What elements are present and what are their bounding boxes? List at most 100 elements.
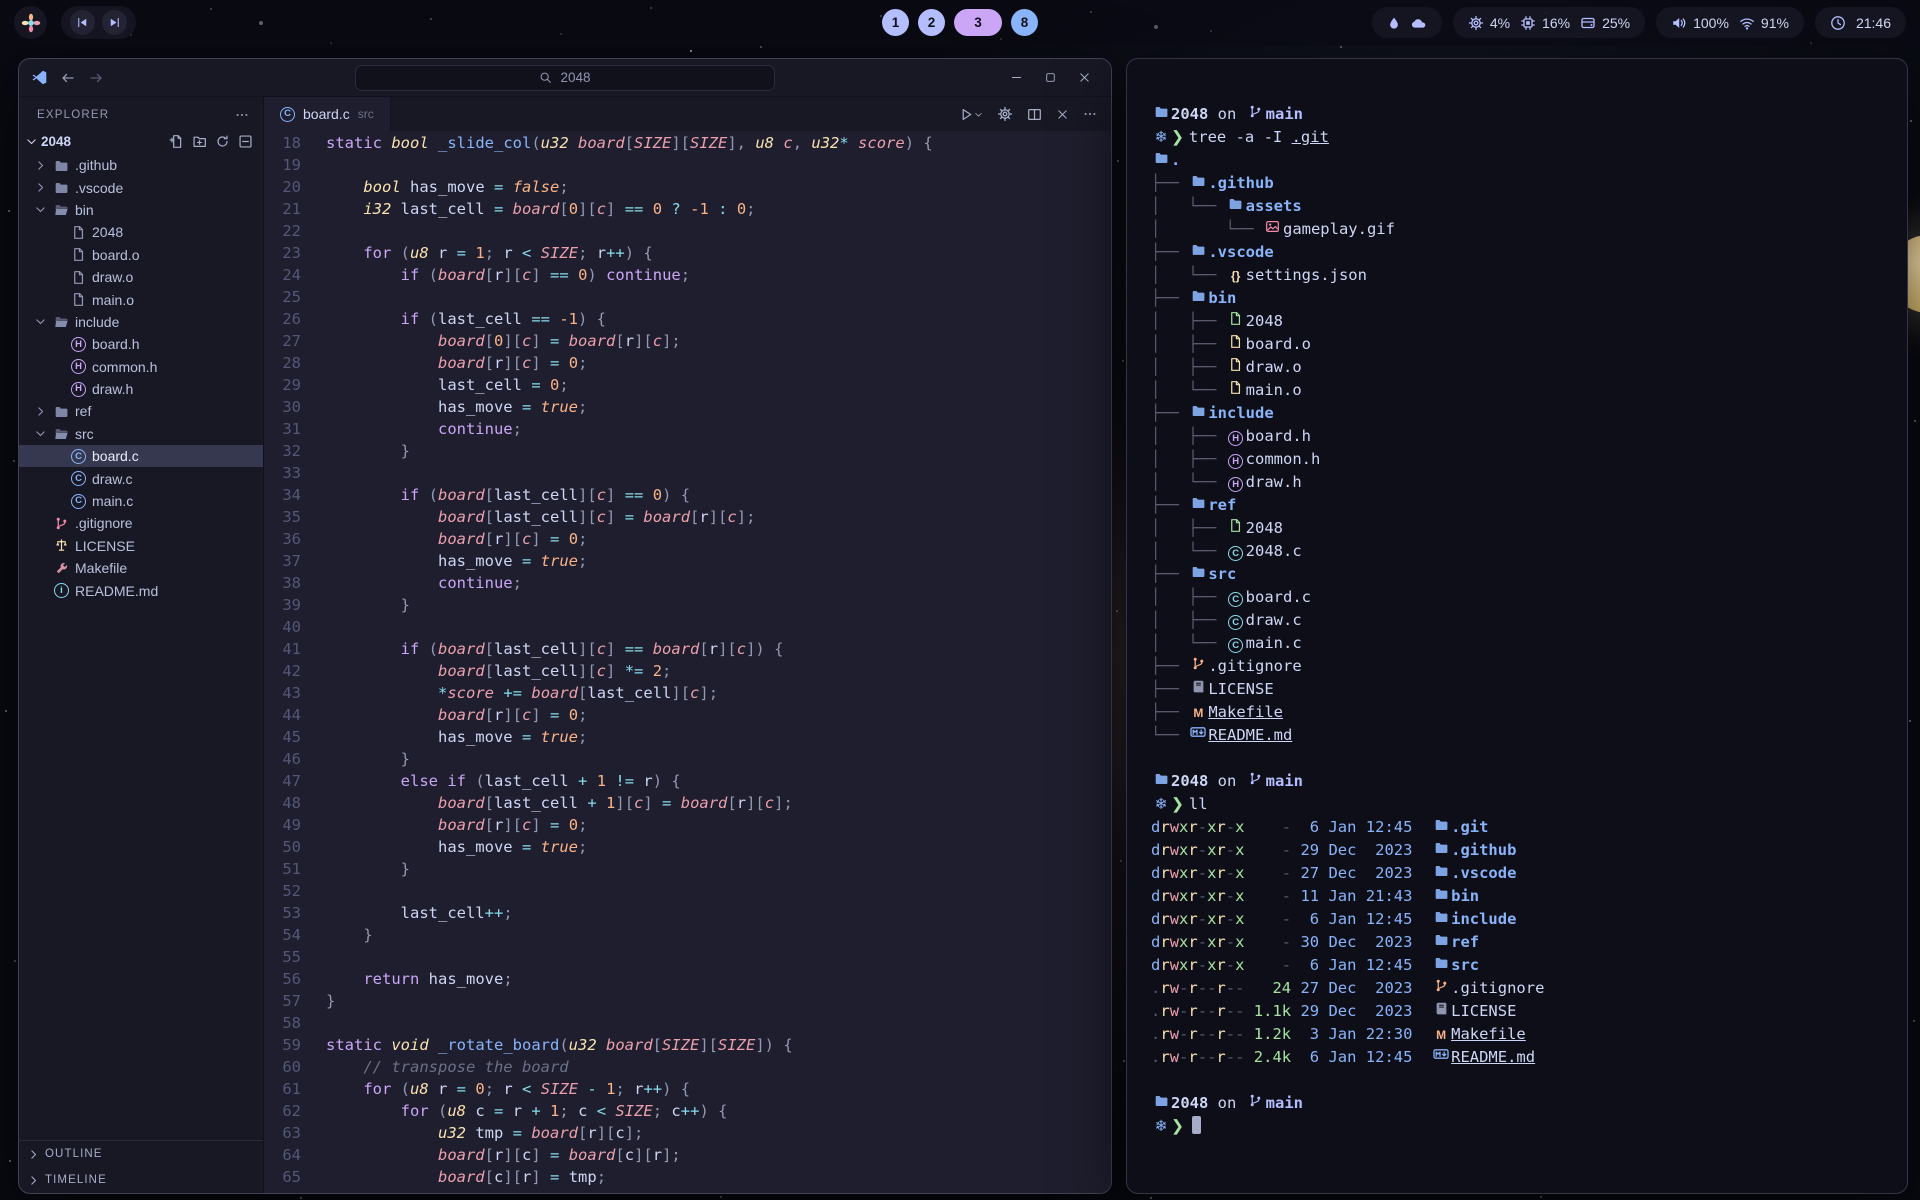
- code-line-57[interactable]: 57}: [264, 990, 1111, 1012]
- code-line-18[interactable]: 18static bool _slide_col(u32 board[SIZE]…: [264, 132, 1111, 154]
- code-line-60[interactable]: 60 // transpose the board: [264, 1056, 1111, 1078]
- workspace-1[interactable]: 1: [882, 9, 909, 36]
- launcher-button[interactable]: [14, 6, 47, 39]
- more-actions-button[interactable]: [1083, 107, 1097, 121]
- code-line-54[interactable]: 54 }: [264, 924, 1111, 946]
- explorer-item-.github[interactable]: .github: [19, 154, 263, 176]
- settings-gear-button[interactable]: [997, 106, 1013, 122]
- collapse-folders-button[interactable]: [238, 134, 253, 149]
- split-editor-button[interactable]: [1027, 107, 1042, 122]
- explorer-item-.gitignore[interactable]: .gitignore: [19, 512, 263, 534]
- code-line-45[interactable]: 45 has_move = true;: [264, 726, 1111, 748]
- code-line-43[interactable]: 43 *score += board[last_cell][c];: [264, 682, 1111, 704]
- explorer-item-LICENSE[interactable]: LICENSE: [19, 535, 263, 557]
- code-line-20[interactable]: 20 bool has_move = false;: [264, 176, 1111, 198]
- code-line-34[interactable]: 34 if (board[last_cell][c] == 0) {: [264, 484, 1111, 506]
- code-line-46[interactable]: 46 }: [264, 748, 1111, 770]
- weather-widget[interactable]: [1372, 7, 1442, 38]
- code-line-19[interactable]: 19: [264, 154, 1111, 176]
- explorer-item-draw.h[interactable]: Hdraw.h: [19, 378, 263, 400]
- code-line-39[interactable]: 39 }: [264, 594, 1111, 616]
- code-line-63[interactable]: 63 u32 tmp = board[r][c];: [264, 1122, 1111, 1144]
- code-line-23[interactable]: 23 for (u8 r = 1; r < SIZE; r++) {: [264, 242, 1111, 264]
- code-line-36[interactable]: 36 board[r][c] = 0;: [264, 528, 1111, 550]
- tab-board-c[interactable]: C board.c src: [264, 97, 391, 131]
- code-line-21[interactable]: 21 i32 last_cell = board[0][c] == 0 ? -1…: [264, 198, 1111, 220]
- media-previous-button[interactable]: [70, 10, 95, 35]
- code-line-29[interactable]: 29 last_cell = 0;: [264, 374, 1111, 396]
- explorer-item-draw.c[interactable]: Cdraw.c: [19, 467, 263, 489]
- explorer-item-board.h[interactable]: Hboard.h: [19, 333, 263, 355]
- code-line-27[interactable]: 27 board[0][c] = board[r][c];: [264, 330, 1111, 352]
- code-line-58[interactable]: 58: [264, 1012, 1111, 1034]
- history-forward-button[interactable]: [88, 69, 104, 85]
- code-line-44[interactable]: 44 board[r][c] = 0;: [264, 704, 1111, 726]
- explorer-more-button[interactable]: [235, 108, 249, 122]
- close-editor-button[interactable]: [1056, 108, 1069, 121]
- code-line-62[interactable]: 62 for (u8 c = r + 1; c < SIZE; c++) {: [264, 1100, 1111, 1122]
- timeline-panel-header[interactable]: TIMELINE: [19, 1167, 263, 1193]
- explorer-item-board.o[interactable]: board.o: [19, 244, 263, 266]
- run-button[interactable]: [959, 107, 983, 122]
- code-line-50[interactable]: 50 has_move = true;: [264, 836, 1111, 858]
- code-line-47[interactable]: 47 else if (last_cell + 1 != r) {: [264, 770, 1111, 792]
- code-line-31[interactable]: 31 continue;: [264, 418, 1111, 440]
- explorer-item-board.c[interactable]: Cboard.c: [19, 445, 263, 467]
- code-line-26[interactable]: 26 if (last_cell == -1) {: [264, 308, 1111, 330]
- code-editor[interactable]: 18static bool _slide_col(u32 board[SIZE]…: [264, 131, 1111, 1193]
- maximize-button[interactable]: [1035, 64, 1065, 92]
- project-root-row[interactable]: 2048: [19, 129, 263, 154]
- code-line-65[interactable]: 65 board[c][r] = tmp;: [264, 1166, 1111, 1188]
- refresh-explorer-button[interactable]: [215, 134, 230, 149]
- explorer-item-ref[interactable]: ref: [19, 400, 263, 422]
- code-line-56[interactable]: 56 return has_move;: [264, 968, 1111, 990]
- explorer-item-common.h[interactable]: Hcommon.h: [19, 356, 263, 378]
- code-line-40[interactable]: 40: [264, 616, 1111, 638]
- code-line-33[interactable]: 33: [264, 462, 1111, 484]
- code-line-38[interactable]: 38 continue;: [264, 572, 1111, 594]
- media-next-button[interactable]: [102, 10, 127, 35]
- code-line-37[interactable]: 37 has_move = true;: [264, 550, 1111, 572]
- code-line-61[interactable]: 61 for (u8 r = 0; r < SIZE - 1; r++) {: [264, 1078, 1111, 1100]
- code-line-59[interactable]: 59static void _rotate_board(u32 board[SI…: [264, 1034, 1111, 1056]
- code-line-24[interactable]: 24 if (board[r][c] == 0) continue;: [264, 264, 1111, 286]
- code-line-48[interactable]: 48 board[last_cell + 1][c] = board[r][c]…: [264, 792, 1111, 814]
- code-line-28[interactable]: 28 board[r][c] = 0;: [264, 352, 1111, 374]
- code-line-42[interactable]: 42 board[last_cell][c] *= 2;: [264, 660, 1111, 682]
- explorer-item-2048[interactable]: 2048: [19, 221, 263, 243]
- explorer-item-README.md[interactable]: iREADME.md: [19, 579, 263, 601]
- code-line-30[interactable]: 30 has_move = true;: [264, 396, 1111, 418]
- workspace-2[interactable]: 2: [918, 9, 945, 36]
- explorer-item-include[interactable]: include: [19, 311, 263, 333]
- code-line-64[interactable]: 64 board[r][c] = board[c][r];: [264, 1144, 1111, 1166]
- code-line-55[interactable]: 55: [264, 946, 1111, 968]
- command-center-search[interactable]: 2048: [355, 65, 775, 91]
- system-stats-widget[interactable]: 4% 16% 25%: [1453, 7, 1645, 38]
- clock-widget[interactable]: 21:46: [1815, 7, 1906, 38]
- vscode-titlebar[interactable]: 2048: [19, 59, 1111, 97]
- outline-panel-header[interactable]: OUTLINE: [19, 1141, 263, 1167]
- audio-network-widget[interactable]: 100% 91%: [1656, 7, 1804, 38]
- explorer-item-main.o[interactable]: main.o: [19, 288, 263, 310]
- code-line-41[interactable]: 41 if (board[last_cell][c] == board[r][c…: [264, 638, 1111, 660]
- code-line-51[interactable]: 51 }: [264, 858, 1111, 880]
- code-line-22[interactable]: 22: [264, 220, 1111, 242]
- minimize-button[interactable]: [1001, 64, 1031, 92]
- explorer-item-Makefile[interactable]: Makefile: [19, 557, 263, 579]
- code-line-32[interactable]: 32 }: [264, 440, 1111, 462]
- code-line-52[interactable]: 52: [264, 880, 1111, 902]
- terminal-window[interactable]: 2048 on main❄❯ tree -a -I .git.├── .gith…: [1126, 58, 1908, 1194]
- history-back-button[interactable]: [60, 69, 76, 85]
- workspace-8[interactable]: 8: [1011, 9, 1038, 36]
- close-button[interactable]: [1069, 64, 1099, 92]
- code-line-35[interactable]: 35 board[last_cell][c] = board[r][c];: [264, 506, 1111, 528]
- code-line-25[interactable]: 25: [264, 286, 1111, 308]
- explorer-item-src[interactable]: src: [19, 423, 263, 445]
- explorer-item-.vscode[interactable]: .vscode: [19, 176, 263, 198]
- new-folder-button[interactable]: [192, 134, 207, 149]
- explorer-item-draw.o[interactable]: draw.o: [19, 266, 263, 288]
- explorer-item-main.c[interactable]: Cmain.c: [19, 490, 263, 512]
- explorer-item-bin[interactable]: bin: [19, 199, 263, 221]
- workspace-3-active[interactable]: 3: [954, 9, 1002, 36]
- new-file-button[interactable]: [169, 134, 184, 149]
